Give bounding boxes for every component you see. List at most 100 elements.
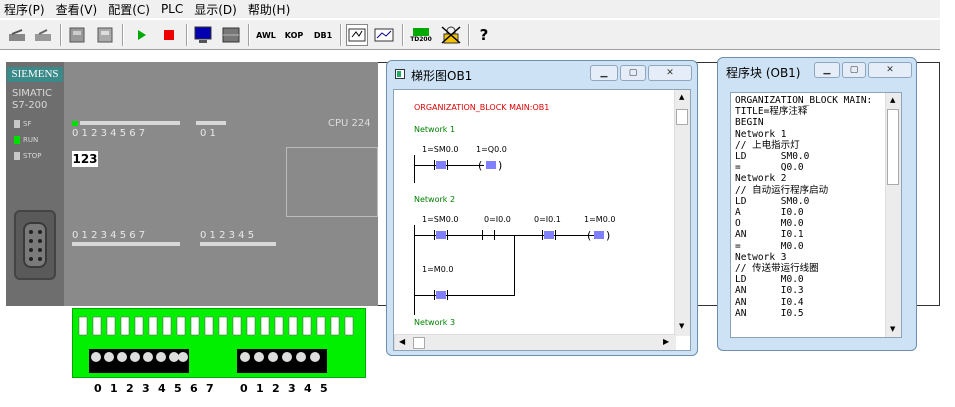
- maximize-button[interactable]: ▢: [842, 62, 866, 78]
- window-title: 梯形图OB1: [411, 69, 473, 83]
- awl-button[interactable]: AWL: [254, 24, 278, 46]
- menu-config[interactable]: 配置(C): [106, 1, 159, 18]
- input-numbers: 0 1 2 3 4 5 6 7: [72, 230, 146, 241]
- input-led-bar: [72, 242, 180, 246]
- close-button[interactable]: ✕: [868, 62, 912, 78]
- stl-line: = M0.0: [735, 240, 804, 252]
- stl-line: Network 3: [735, 251, 787, 263]
- db1-button[interactable]: DB1: [311, 24, 335, 46]
- stl-line: BEGIN: [735, 117, 764, 129]
- stl-line: LD M0.0: [735, 274, 804, 286]
- stl-line: LD SM0.0: [735, 151, 810, 163]
- sf-label: SF: [23, 120, 32, 128]
- chart-icon[interactable]: [372, 24, 396, 46]
- stl-line: // 传送带运行线圈: [735, 263, 819, 275]
- switch-graphic: [78, 316, 354, 373]
- switch-label[interactable]: 4: [158, 382, 166, 395]
- cpu-model-label: CPU 224: [328, 118, 371, 129]
- contact-bar: [555, 230, 556, 240]
- branch-wire: [514, 235, 515, 295]
- menu-help[interactable]: 帮助(H): [246, 1, 299, 18]
- plc-cpu-panel: SIEMENS SIMATIC S7-200 SF RUN STOP 0 1 2…: [6, 62, 378, 306]
- switch-label[interactable]: 5: [320, 382, 328, 395]
- contact-i01-closed[interactable]: [544, 231, 554, 239]
- stl-code: ORGANIZATION_BLOCK MAIN: TITLE=程序注释 BEGIN N…: [735, 95, 872, 319]
- stl-window: 程序块 (OB1) ▁ ▢ ✕ ORGANIZATION_BLOCK MAIN:…: [717, 57, 917, 351]
- stl-text-area[interactable]: ORGANIZATION_BLOCK MAIN: TITLE=程序注释 BEGIN N…: [730, 92, 902, 338]
- scroll-down-arrow[interactable]: ▼: [679, 322, 684, 330]
- coil-q00[interactable]: [486, 161, 496, 169]
- ladder-canvas[interactable]: ORGANIZATION_BLOCK MAIN:OB1 Network 1 1=…: [393, 89, 691, 351]
- network-3-label: Network 3: [414, 318, 456, 327]
- contact-bar: [482, 230, 483, 240]
- switch-label[interactable]: 0: [94, 382, 102, 395]
- cpu-module-icon[interactable]: [94, 24, 116, 46]
- switch-label[interactable]: 3: [142, 382, 150, 395]
- scroll-left-arrow[interactable]: ◀: [399, 337, 405, 346]
- switch-label[interactable]: 7: [206, 382, 214, 395]
- save-icon[interactable]: [32, 24, 54, 46]
- siemens-logo: SIEMENS: [7, 67, 63, 82]
- menu-view[interactable]: 查看(V): [54, 1, 107, 18]
- scroll-thumb[interactable]: [413, 337, 425, 349]
- switch-label[interactable]: 2: [126, 382, 134, 395]
- stl-line: A I0.0: [735, 207, 804, 219]
- switch-label[interactable]: 3: [288, 382, 296, 395]
- help-icon[interactable]: ?: [474, 24, 494, 46]
- contact-m00[interactable]: [436, 291, 446, 299]
- stop-label: STOP: [23, 152, 42, 160]
- stl-line: AN I0.3: [735, 285, 804, 297]
- scroll-down-arrow[interactable]: ▼: [890, 325, 895, 333]
- vertical-scrollbar[interactable]: ▲ ▼: [885, 93, 901, 337]
- load-cpu-icon[interactable]: [66, 24, 88, 46]
- stl-line: ORGANIZATION_BLOCK MAIN:: [735, 95, 873, 106]
- switch-label[interactable]: 1: [110, 382, 118, 395]
- switch-label[interactable]: 0: [240, 382, 248, 395]
- ladder-window: 梯形图OB1 ▁ ▢ ✕ ORGANIZATION_BLOCK MAIN:OB1…: [386, 60, 698, 356]
- menu-program[interactable]: 程序(P): [2, 1, 54, 18]
- scroll-thumb[interactable]: [887, 109, 899, 185]
- menu-display[interactable]: 显示(D): [192, 1, 246, 18]
- coil-bracket: (: [478, 159, 483, 172]
- open-icon[interactable]: [6, 24, 28, 46]
- plc-left-module: SIEMENS SIMATIC S7-200 SF RUN STOP: [6, 62, 64, 306]
- window-icon: [395, 69, 405, 79]
- state-table-icon[interactable]: [346, 24, 368, 46]
- scroll-up-arrow[interactable]: ▲: [890, 96, 895, 104]
- contact-bar: [542, 230, 543, 240]
- machine-icon[interactable]: [220, 24, 242, 46]
- menu-plc[interactable]: PLC: [159, 2, 192, 16]
- toolbar: AWL KOP DB1 TD200 ?: [0, 19, 940, 50]
- minimize-button[interactable]: ▁: [814, 62, 840, 78]
- coil-m00[interactable]: [594, 231, 604, 239]
- minimize-button[interactable]: ▁: [590, 65, 618, 81]
- switch-label[interactable]: 4: [304, 382, 312, 395]
- comm-port[interactable]: [14, 210, 56, 280]
- contact-sm00[interactable]: [436, 161, 446, 169]
- td200-icon[interactable]: TD200: [408, 24, 434, 46]
- scroll-thumb[interactable]: [676, 109, 688, 125]
- maximize-button[interactable]: ▢: [620, 65, 646, 81]
- close-button[interactable]: ✕: [648, 65, 692, 81]
- scroll-right-arrow[interactable]: ▶: [663, 337, 669, 346]
- switch-label[interactable]: 1: [256, 382, 264, 395]
- monitor-icon[interactable]: [192, 24, 214, 46]
- kop-button[interactable]: KOP: [282, 24, 306, 46]
- vertical-scrollbar[interactable]: ▲ ▼: [674, 90, 690, 336]
- scroll-up-arrow[interactable]: ▲: [679, 93, 684, 101]
- security-icon[interactable]: [440, 24, 462, 46]
- horizontal-scrollbar[interactable]: ◀ ▶: [394, 334, 676, 350]
- stl-line: = Q0.0: [735, 162, 804, 174]
- contact-bar: [434, 230, 435, 240]
- block-title: ORGANIZATION_BLOCK MAIN:OB1: [414, 103, 550, 112]
- contact-sm00-label: 1=SM0.0: [422, 145, 459, 154]
- switch-label[interactable]: 5: [174, 382, 182, 395]
- switch-label[interactable]: 6: [190, 382, 198, 395]
- switch-label[interactable]: 2: [272, 382, 280, 395]
- contact-bar: [447, 230, 448, 240]
- contact-sm00[interactable]: [436, 231, 446, 239]
- stop-icon[interactable]: [158, 24, 180, 46]
- stop-led-row: STOP: [14, 152, 41, 160]
- run-icon[interactable]: [130, 24, 152, 46]
- td200-label: TD200: [410, 35, 432, 43]
